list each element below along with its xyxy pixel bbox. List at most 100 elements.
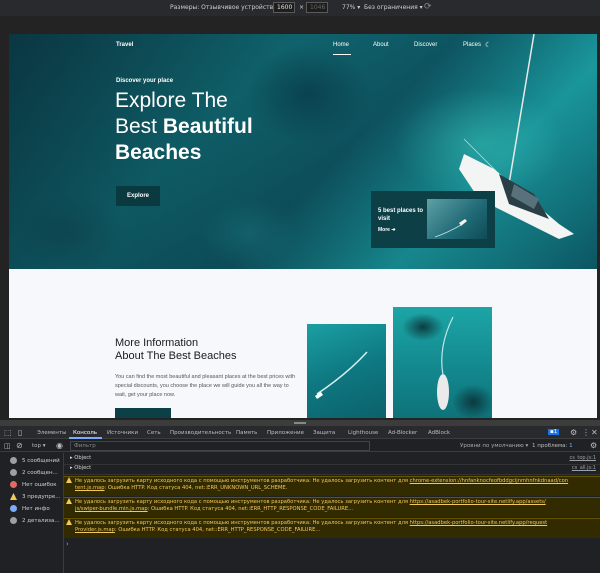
issues-link[interactable]: 1 проблема: 1 — [532, 443, 573, 449]
clear-console-icon[interactable]: ⊘ — [16, 441, 23, 450]
warning-link[interactable]: Provider.js.map — [75, 527, 115, 533]
console-filter-input[interactable]: Фильтр — [70, 441, 370, 451]
sidebar-item-user-messages[interactable]: 2 сообщен... — [0, 467, 64, 479]
hero-subtitle: Discover your place — [116, 78, 174, 84]
tab-ad-blocker[interactable]: Ad-Blocker — [388, 430, 417, 436]
issues-badge[interactable]: ▪1 — [548, 429, 560, 435]
console-prompt[interactable]: › — [64, 541, 600, 548]
close-icon[interactable]: ✕ — [591, 428, 598, 437]
tab-console[interactable]: Консоль — [73, 430, 97, 436]
sidebar-toggle-icon[interactable]: ◫ — [4, 442, 11, 450]
console-log-row[interactable]: ▸ Object cs_all.js:1 — [64, 465, 600, 475]
warning-icon — [66, 498, 72, 504]
sidebar-item-label: 2 детализа... — [22, 518, 60, 524]
dimensions-dropdown[interactable]: Размеры: Отзывчивое устройство ▾ — [170, 4, 282, 11]
height-input[interactable]: 1046 — [306, 2, 328, 13]
warning-link[interactable]: tent.js.map — [75, 485, 105, 491]
warning-line1: Не удалось загрузить карту исходного код… — [66, 498, 600, 506]
rotate-icon[interactable]: ⟳ — [424, 2, 432, 12]
warning-text: Не удалось загрузить карту исходного код… — [75, 478, 410, 484]
card-more-link[interactable]: More ➔ — [378, 227, 396, 233]
log-levels-dropdown[interactable]: Уровни по умолчанию ▾ — [460, 443, 528, 449]
section2-title: More Information About The Best Beaches — [115, 337, 237, 363]
zoom-dropdown[interactable]: 77% ▾ — [342, 4, 360, 11]
console-log-row[interactable]: ▸ Object cs_top.js:1 — [64, 455, 600, 465]
sidebar-item-label: 2 сообщен... — [22, 470, 58, 476]
sidebar-item-label: Нет ошибок — [22, 482, 57, 488]
sidebar-item-errors[interactable]: Нет ошибок — [0, 479, 64, 491]
throttle-dropdown[interactable]: Без ограничения ▾ — [364, 4, 423, 11]
devtools-tabs: ⬚ ▯ Элементы Консоль Источники Сеть Прои… — [0, 426, 600, 439]
dimensions-label: Размеры: Отзывчивое устройство — [170, 4, 277, 11]
warning-text: : Ошибка HTTP. Код статуса 404, net::ERR… — [104, 485, 288, 491]
tab-memory[interactable]: Память — [236, 430, 257, 436]
settings-gear-icon[interactable]: ⚙ — [570, 428, 577, 437]
warning-link[interactable]: js/swiper-bundle.min.js.map — [75, 506, 148, 512]
tab-security[interactable]: Защита — [313, 430, 335, 436]
nav-home[interactable]: Home — [333, 42, 349, 48]
ship-image — [437, 316, 454, 410]
warning-text: Не удалось загрузить карту исходного код… — [75, 499, 410, 505]
section2-title-line2: About The Best Beaches — [115, 350, 237, 362]
size-separator: × — [299, 4, 305, 11]
warning-link[interactable]: https://asadbek-portfolio-tour-site.netl… — [410, 520, 548, 526]
tab-sources[interactable]: Источники — [107, 430, 138, 436]
context-label: top — [32, 443, 42, 449]
warning-link[interactable]: https://asadbek-portfolio-tour-site.netl… — [410, 499, 546, 505]
nav-about[interactable]: About — [373, 42, 389, 48]
explore-button[interactable]: Explore — [116, 186, 160, 206]
tab-elements[interactable]: Элементы — [37, 430, 66, 436]
sidebar-item-warnings[interactable]: 3 предупре... — [0, 491, 64, 503]
issues-count: 1 — [569, 443, 573, 449]
console-settings-icon[interactable]: ⚙ — [590, 441, 597, 450]
card-more-label: More — [378, 227, 390, 233]
nav-active-indicator — [333, 54, 351, 55]
list-icon — [10, 457, 17, 464]
devtools-panel: ⬚ ▯ Элементы Консоль Источники Сеть Прои… — [0, 426, 600, 573]
user-icon — [10, 469, 17, 476]
section2-button[interactable] — [115, 408, 171, 418]
hero-title-line1: Explore The — [115, 89, 228, 112]
warning-link[interactable]: chrome-extension://hnfanknocfeofbddgcijn… — [410, 478, 568, 484]
theme-toggle-icon[interactable]: ☾ — [485, 41, 491, 49]
console-warning-row[interactable]: Не удалось загрузить карту исходного код… — [64, 518, 600, 538]
device-toggle-icon[interactable]: ▯ — [18, 428, 22, 437]
inspect-element-icon[interactable]: ⬚ — [4, 428, 12, 437]
warning-line1: Не удалось загрузить карту исходного код… — [66, 477, 600, 485]
speedboat-image — [315, 351, 368, 399]
console-filter-bar: ◫ ⊘ top ▾ ◉ Фильтр Уровни по умолчанию ▾… — [0, 440, 600, 452]
sidebar-item-verbose[interactable]: 2 детализа... — [0, 515, 64, 527]
nav-discover[interactable]: Discover — [414, 42, 437, 48]
issues-badge-count: 1 — [553, 429, 558, 435]
console-warning-row[interactable]: Не удалось загрузить карту исходного код… — [64, 476, 600, 496]
context-selector[interactable]: top ▾ — [32, 443, 46, 449]
sidebar-item-messages[interactable]: 5 сообщений — [0, 455, 64, 467]
boat-image — [434, 219, 467, 238]
hero-title-line2-plain: Best — [115, 115, 163, 138]
warning-icon — [66, 477, 72, 483]
more-options-icon[interactable]: ⋮ — [582, 428, 590, 437]
tab-performance[interactable]: Производительность — [170, 430, 231, 436]
section2-title-line1: More Information — [115, 337, 199, 349]
warning-text: : Ошибка HTTP. Код статуса 404, net::ERR… — [114, 527, 321, 533]
issues-label: 1 проблема: — [532, 443, 568, 449]
warning-icon — [66, 519, 72, 525]
eye-icon[interactable]: ◉ — [56, 441, 63, 450]
boat-photo-1 — [307, 324, 386, 418]
width-input[interactable]: 1600 — [273, 2, 295, 13]
places-card[interactable]: 5 best places to visit More ➔ — [371, 191, 495, 248]
warning-line2: js/swiper-bundle.min.js.map: Ошибка HTTP… — [66, 506, 600, 513]
log-source-link[interactable]: cs_top.js:1 — [570, 455, 597, 462]
brand-logo[interactable]: Travel — [116, 42, 133, 48]
nav-places[interactable]: Places — [463, 42, 481, 48]
sidebar-item-info[interactable]: Нет инфо — [0, 503, 64, 515]
hero-title: Explore The Best Beautiful Beaches — [115, 88, 253, 166]
hero-title-line2: Best Beautiful — [115, 114, 253, 140]
tab-network[interactable]: Сеть — [147, 430, 161, 436]
tab-adblock[interactable]: AdBlock — [428, 430, 450, 436]
tab-lighthouse[interactable]: Lighthouse — [348, 430, 378, 436]
console-warning-row[interactable]: Не удалось загрузить карту исходного код… — [64, 497, 600, 517]
bug-icon — [10, 517, 17, 524]
tab-application[interactable]: Приложение — [267, 430, 304, 436]
log-source-link[interactable]: cs_all.js:1 — [572, 465, 596, 472]
